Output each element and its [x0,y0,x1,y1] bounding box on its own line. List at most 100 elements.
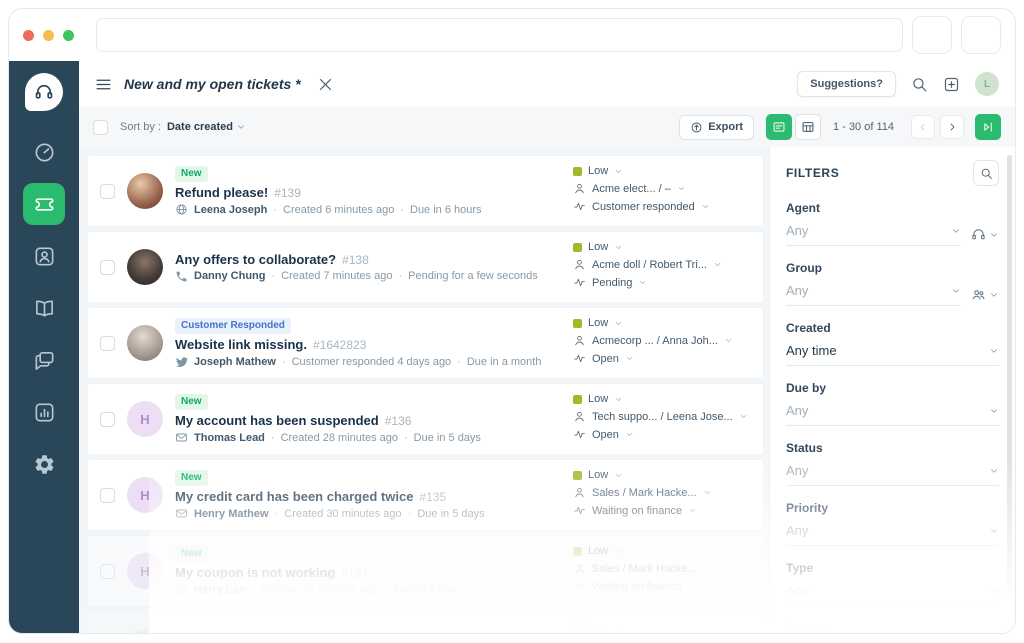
suggestions-button[interactable]: Suggestions? [797,71,896,97]
browser-action-button-2[interactable] [961,16,1001,54]
sidebar-item-analytics[interactable] [23,391,65,433]
sidebar-item-contacts[interactable] [23,235,65,277]
browser-action-button-1[interactable] [912,16,952,54]
ticket-due: Due in 6 hours [410,203,482,216]
search-icon[interactable] [911,76,928,93]
status-dropdown[interactable]: Open [573,352,751,365]
ticket-subject[interactable]: My coupon is not working [175,565,335,580]
ticket-contact[interactable]: Thomas Lead [194,432,265,444]
filter-select[interactable]: Any [786,403,999,426]
status-dropdown[interactable]: Open [573,428,751,441]
ticket-row[interactable]: New Refund please! #139 Leena Joseph Created… [87,155,764,227]
ticket-checkbox[interactable] [100,411,115,427]
assignee-dropdown[interactable]: Tech suppo... / Leena Jose... [573,410,751,423]
filter-select[interactable]: Any [786,283,961,306]
export-button[interactable]: Export [679,114,755,140]
priority-dropdown[interactable]: Low [573,317,751,329]
ticket-row[interactable]: New Low [87,611,764,633]
address-bar[interactable] [96,18,903,52]
filter-select[interactable]: Any [786,223,961,246]
assignee-dropdown[interactable]: Sales / Mark Hacke... [573,562,751,575]
ticket-subject[interactable]: Any offers to collaborate? [175,252,336,267]
priority-dropdown[interactable]: Low [573,545,751,557]
ticket-views-menu-icon[interactable] [95,76,112,93]
close-window-button[interactable] [23,29,34,41]
status-dropdown[interactable]: Pending [573,276,751,289]
freshdesk-logo-icon[interactable] [25,73,63,111]
email-icon [175,431,188,444]
new-ticket-icon[interactable] [943,76,960,93]
sidebar-item-solutions[interactable] [23,287,65,329]
priority-dropdown[interactable]: Low [573,469,751,481]
minimize-window-button[interactable] [43,29,54,41]
user-avatar[interactable]: L [975,72,999,96]
collapse-filters-button[interactable] [975,114,1001,140]
status-dropdown[interactable]: Customer responded [573,200,751,213]
ticket-subject[interactable]: Refund please! [175,185,268,200]
contact-avatar [127,249,163,285]
ticket-id: #138 [342,252,369,267]
select-all-checkbox[interactable] [93,119,108,135]
ticket-checkbox[interactable] [100,335,115,351]
contact-avatar [127,173,163,209]
maximize-window-button[interactable] [63,29,74,41]
filter-select[interactable]: Any [786,523,999,546]
chevron-down-icon [614,623,623,632]
sort-dropdown[interactable]: Date created [167,121,246,133]
ticket-subject[interactable]: Website link missing. [175,337,307,352]
ticket-id: #139 [274,186,301,200]
sidebar-item-tickets[interactable] [23,183,65,225]
dashboard-icon [33,141,56,164]
ticket-checkbox[interactable] [100,563,115,579]
filter-select[interactable]: Any [786,463,999,486]
ticket-subject[interactable]: My credit card has been charged twice [175,489,413,504]
ticket-contact[interactable]: Henry Mathew [194,508,269,520]
assignee-dropdown[interactable]: Acme elect... / – [573,182,751,195]
assignee-dropdown[interactable]: Acmecorp ... / Anna Joh... [573,334,751,347]
next-page-button[interactable] [940,115,964,139]
status-dropdown[interactable]: Waiting on finance [573,504,751,517]
ticket-checkbox[interactable] [100,487,115,503]
priority-dropdown[interactable]: Low [573,241,751,253]
close-view-icon[interactable] [317,76,334,93]
ticket-row[interactable]: H New My coupon is not working #134 Harry La… [87,535,764,607]
sidebar-item-forums[interactable] [23,339,65,381]
table-view-toggle[interactable] [795,114,822,140]
sort-by-label: Sort by : [120,121,161,133]
email-icon [175,583,188,596]
ticket-row[interactable]: Customer Responded Website link missing. #… [87,307,764,379]
filter-select[interactable]: Any time [786,343,999,366]
ticket-checkbox[interactable] [100,183,115,199]
browser-chrome [9,9,1015,61]
ticket-subject[interactable]: My account has been suspended [175,413,379,428]
filter-search-button[interactable] [973,160,999,186]
ticket-row[interactable]: H New My credit card has been charged twic… [87,459,764,531]
filters-scrollbar[interactable] [1007,155,1012,595]
chevron-down-icon [713,260,722,269]
priority-dropdown[interactable]: Low [573,393,751,405]
ticket-row[interactable]: Any offers to collaborate? #138 Danny Chun… [87,231,764,303]
filter-select[interactable]: Any [786,583,999,606]
sidebar-item-settings[interactable] [23,443,65,485]
ticket-contact[interactable]: Joseph Mathew [194,356,276,368]
ticket-row[interactable]: H New My account has been suspended #136 Tho… [87,383,764,455]
status-dropdown[interactable]: Waiting on finance [573,580,751,593]
priority-dropdown[interactable]: Low [573,165,751,177]
sidebar-item-dashboard[interactable] [23,131,65,173]
contacts-icon [33,245,56,268]
filter-side-control[interactable] [971,287,999,302]
ticket-contact[interactable]: Danny Chung [194,270,266,282]
ticket-due: Due in a month [466,355,542,368]
ticket-checkbox[interactable] [100,259,115,275]
prev-page-button[interactable] [911,115,935,139]
priority-dropdown[interactable]: Low [573,621,751,633]
ticket-contact[interactable]: Harry Lan [194,584,245,596]
chevron-down-icon [688,582,697,591]
assignee-dropdown[interactable]: Sales / Mark Hacke... [573,486,751,499]
assignee-dropdown[interactable]: Acme doll / Robert Tri... [573,258,751,271]
card-view-toggle[interactable] [766,114,793,140]
ticket-contact[interactable]: Leena Joseph [194,204,267,216]
globe-icon [175,203,188,216]
filter-side-control[interactable] [971,227,999,242]
person-icon [573,182,586,195]
